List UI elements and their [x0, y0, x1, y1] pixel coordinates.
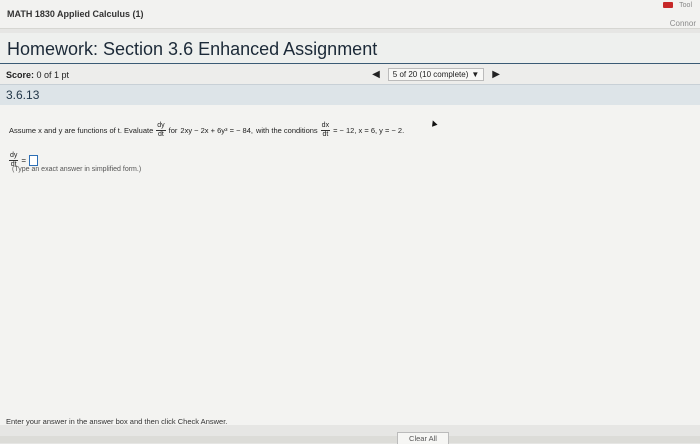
instructions: Enter your answer in the answer box and … — [6, 417, 228, 426]
dx-numerator: dx — [320, 122, 331, 131]
problem-intro: Assume x and y are functions of t. Evalu… — [9, 126, 154, 135]
dy-dt-fraction: dy dt — [156, 122, 166, 139]
question-content: Assume x and y are functions of t. Evalu… — [0, 105, 700, 425]
answer-input[interactable] — [29, 155, 39, 166]
course-name: MATH 1830 Applied Calculus (1) — [7, 9, 144, 19]
equation: 2xy − 2x + 6y³ = − 84, — [180, 126, 253, 135]
dropdown-arrow-icon: ▼ — [471, 70, 480, 79]
dx-dt-fraction: dx dt — [320, 122, 331, 139]
score-value: 0 of 1 pt — [36, 70, 70, 80]
conditions: = − 12, x = 6, y = − 2. — [333, 126, 405, 135]
question-selector[interactable]: 5 of 20 (10 complete) ▼ — [387, 68, 485, 81]
assignment-title-bar: Homework: Section 3.6 Enhanced Assignmen… — [0, 33, 700, 66]
problem-statement: Assume x and y are functions of t. Evalu… — [9, 122, 404, 139]
top-right-tools: Tool — [663, 0, 692, 10]
course-header: MATH 1830 Applied Calculus (1) Tool Conn… — [0, 0, 700, 29]
page-title: Homework: Section 3.6 Enhanced Assignmen… — [7, 39, 378, 59]
question-navigation: ◀ 5 of 20 (10 complete) ▼ ▶ — [372, 68, 500, 81]
clear-all-button[interactable]: Clear All — [397, 432, 449, 444]
score: Score: 0 of 1 pt — [6, 70, 69, 80]
answer-hint: (Type an exact answer in simplified form… — [12, 166, 142, 173]
bottom-strip — [0, 436, 700, 443]
score-label: Score: — [6, 70, 35, 80]
dt-denominator-2: dt — [322, 131, 329, 138]
tools-icon[interactable] — [663, 2, 674, 8]
answer-dy: dy — [9, 152, 19, 161]
dt-denominator: dt — [158, 131, 164, 138]
question-id: 3.6.13 — [6, 88, 40, 102]
dy-numerator: dy — [156, 122, 166, 131]
equals-sign: = — [21, 156, 27, 165]
with-text: with the conditions — [255, 126, 318, 135]
score-row: Score: 0 of 1 pt ◀ 5 of 20 (10 complete)… — [0, 64, 700, 86]
previous-question-icon[interactable]: ◀ — [372, 69, 380, 80]
tools-label[interactable]: Tool — [679, 2, 692, 9]
next-question-icon[interactable]: ▶ — [492, 69, 500, 80]
question-progress: 5 of 20 (10 complete) — [392, 70, 469, 79]
user-name[interactable]: Connor — [670, 19, 696, 28]
for-text: for — [168, 126, 178, 135]
question-id-bar: 3.6.13 — [0, 84, 700, 106]
